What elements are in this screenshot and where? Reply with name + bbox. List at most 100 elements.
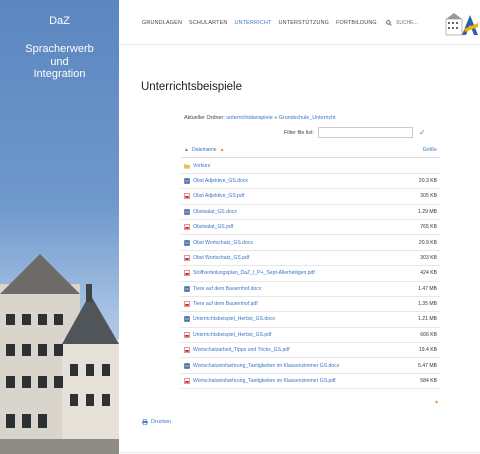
breadcrumb: Aktueller Ordner: unterrichtsbeispiele »…: [184, 115, 336, 121]
file-name-cell[interactable]: Obst Adjektive_GS.pdf: [184, 193, 420, 199]
table-row[interactable]: W Unterrichtsbeispiel_Herbst_GS.docx 1.21 …: [181, 312, 440, 328]
table-row[interactable]: Stoffverteilungsplan_DaZ_I_P+_Sept-Aller…: [181, 266, 440, 282]
folder-link-grundschule-unterricht[interactable]: Grundschule_Unterricht: [279, 115, 336, 121]
file-name-cell[interactable]: Obst Wortschatz_GS.pdf: [184, 255, 420, 261]
file-name-cell[interactable]: W Wortschatzeinfuehrung_Taetigkeiten im K…: [184, 363, 418, 369]
file-name-cell[interactable]: W Obst Adjektive_GS.docx: [184, 178, 419, 184]
file-name[interactable]: Tiere auf dem Bauernhof.docx: [193, 286, 261, 292]
file-name-cell[interactable]: Vorkurs: [184, 163, 437, 169]
pdf-icon: [184, 347, 190, 354]
folder-link-unterrichtsbeispiele[interactable]: unterrichtsbeispiele: [226, 115, 272, 121]
page-title: Unterrichtsbeispiele: [141, 81, 242, 93]
logo[interactable]: [444, 11, 480, 37]
building-photo: [0, 254, 119, 454]
filter-input[interactable]: [317, 127, 413, 138]
table-row[interactable]: Obst Adjektive_GS.pdf 305 KB: [181, 189, 440, 205]
table-row[interactable]: W Wortschatzeinfuehrung_Taetigkeiten im K…: [181, 358, 440, 374]
file-name[interactable]: Obst Adjektive_GS.docx: [193, 178, 248, 184]
print-button[interactable]: Drucken: [142, 419, 171, 425]
table-row[interactable]: Obst Wortschatz_GS.pdf 303 KB: [181, 251, 440, 267]
file-name-cell[interactable]: W Obstsalat_GS.docx: [184, 209, 418, 215]
file-filter: Filter file list: ✓: [284, 127, 426, 138]
site-title-long[interactable]: Spracherwerb und Integration: [0, 43, 119, 81]
file-name[interactable]: Obst Adjektive_GS.pdf: [193, 193, 244, 199]
site-title-short[interactable]: DaZ: [0, 15, 119, 27]
file-name-cell[interactable]: Unterrichtsbeispiel_Herbst_GS.pdf: [184, 332, 420, 338]
top-navigation: GRUNDLAGEN SCHULARTEN UNTERRICHT UNTERST…: [119, 0, 480, 45]
file-name[interactable]: Stoffverteilungsplan_DaZ_I_P+_Sept-Aller…: [193, 270, 315, 276]
file-name-cell[interactable]: W Obst Wortschatz_GS.docx: [184, 240, 419, 246]
check-icon[interactable]: ✓: [419, 128, 426, 137]
file-name[interactable]: Obstsalat_GS.pdf: [193, 224, 233, 230]
table-row[interactable]: Unterrichtsbeispiel_Herbst_GS.pdf 666 KB: [181, 328, 440, 344]
file-name[interactable]: Tiere auf dem Bauernhof.pdf: [193, 301, 258, 307]
file-name[interactable]: Wortschatzarbeit_Tipps und Tricks_GS.pdf: [193, 347, 290, 353]
pdf-icon: [184, 224, 190, 231]
file-size: 424 KB: [420, 270, 437, 277]
word-icon: W: [184, 178, 190, 184]
file-name[interactable]: Obst Wortschatz_GS.docx: [193, 240, 253, 246]
nav-item-unterstuetzung[interactable]: UNTERSTÜTZUNG: [279, 20, 330, 26]
file-name-cell[interactable]: W Unterrichtsbeispiel_Herbst_GS.docx: [184, 316, 418, 322]
file-name-cell[interactable]: Wortschatzeinfuehrung_Taetigkeiten im Kl…: [184, 378, 420, 384]
filter-label: Filter file list:: [284, 129, 314, 136]
file-name-cell[interactable]: W Tiere auf dem Bauernhof.docx: [184, 286, 418, 292]
pdf-icon: [184, 193, 190, 200]
folder-label: Aktueller Ordner:: [184, 115, 225, 121]
file-name-cell[interactable]: Wortschatzarbeit_Tipps und Tricks_GS.pdf: [184, 347, 419, 353]
file-name[interactable]: Unterrichtsbeispiel_Herbst_GS.pdf: [193, 332, 271, 338]
word-icon: W: [184, 239, 190, 246]
file-size: 1.21 MB: [418, 316, 437, 323]
file-name-cell[interactable]: Tiere auf dem Bauernhof.pdf: [184, 301, 418, 307]
file-name-cell[interactable]: Stoffverteilungsplan_DaZ_I_P+_Sept-Aller…: [184, 270, 420, 276]
word-icon: W: [184, 362, 190, 369]
nav-item-fortbildung[interactable]: FORTBILDUNG: [336, 20, 377, 26]
file-name[interactable]: Obstsalat_GS.docx: [193, 209, 237, 215]
file-size: 584 KB: [420, 378, 437, 385]
search-icon[interactable]: [386, 20, 392, 26]
file-size: 20.9 KB: [418, 239, 437, 246]
site-title-line-3: Integration: [33, 68, 86, 80]
print-label: Drucken: [151, 419, 172, 425]
sidebar: DaZ Spracherwerb und Integration: [0, 0, 119, 454]
file-name[interactable]: Wortschatzeinfuehrung_Taetigkeiten im Kl…: [193, 363, 339, 369]
sort-triangle-icon: ▲: [184, 147, 189, 154]
file-size: 20.3 KB: [418, 177, 437, 184]
file-name[interactable]: Obst Wortschatz_GS.pdf: [193, 255, 249, 261]
svg-text:W: W: [185, 209, 189, 214]
file-size: 5.47 MB: [418, 362, 437, 369]
file-name-cell[interactable]: Obstsalat_GS.pdf: [184, 224, 420, 230]
file-name[interactable]: Vorkurs: [193, 163, 210, 169]
table-row[interactable]: Obstsalat_GS.pdf 765 KB: [181, 220, 440, 236]
pdf-icon: [184, 331, 190, 338]
printer-icon: [142, 419, 148, 425]
nav-item-grundlagen[interactable]: GRUNDLAGEN: [142, 20, 182, 26]
search-input[interactable]: [396, 20, 436, 26]
table-row[interactable]: W Obstsalat_GS.docx 1.29 MB: [181, 205, 440, 220]
folder-separator: »: [274, 115, 278, 121]
table-row[interactable]: W Tiere auf dem Bauernhof.docx 1.47 MB: [181, 282, 440, 297]
column-header-size[interactable]: Größe: [423, 147, 437, 153]
table-row[interactable]: W Obst Adjektive_GS.docx 20.3 KB: [181, 174, 440, 190]
table-row[interactable]: Wortschatzeinfuehrung_Taetigkeiten im Kl…: [181, 374, 440, 390]
nav-item-unterricht[interactable]: UNTERRICHT: [235, 20, 272, 26]
file-size: 303 KB: [420, 254, 437, 261]
file-name[interactable]: Unterrichtsbeispiel_Herbst_GS.docx: [193, 316, 275, 322]
footer-divider: [119, 452, 480, 453]
file-name[interactable]: Wortschatzeinfuehrung_Taetigkeiten im Kl…: [193, 378, 336, 384]
table-row[interactable]: Tiere auf dem Bauernhof.pdf 1.35 MB: [181, 297, 440, 313]
file-size: 19.4 KB: [418, 347, 437, 354]
pdf-icon: [184, 301, 190, 308]
table-row[interactable]: W Obst Wortschatz_GS.docx 20.9 KB: [181, 235, 440, 251]
table-row[interactable]: Vorkurs: [181, 158, 440, 174]
nav-item-schularten[interactable]: SCHULARTEN: [189, 20, 227, 26]
svg-text:W: W: [185, 179, 189, 184]
site-title-line-1: Spracherwerb: [25, 43, 94, 55]
column-header-filename[interactable]: Dateiname: [192, 147, 217, 153]
listing-header: ▲ Dateiname ▲ Größe: [181, 143, 440, 159]
pdf-icon: [184, 254, 190, 261]
main-menu: GRUNDLAGEN SCHULARTEN UNTERRICHT UNTERST…: [142, 20, 377, 26]
table-row[interactable]: Wortschatzarbeit_Tipps und Tricks_GS.pdf…: [181, 343, 440, 359]
search-box: [386, 18, 444, 28]
scroll-top-arrow-icon[interactable]: ▲: [434, 399, 439, 405]
